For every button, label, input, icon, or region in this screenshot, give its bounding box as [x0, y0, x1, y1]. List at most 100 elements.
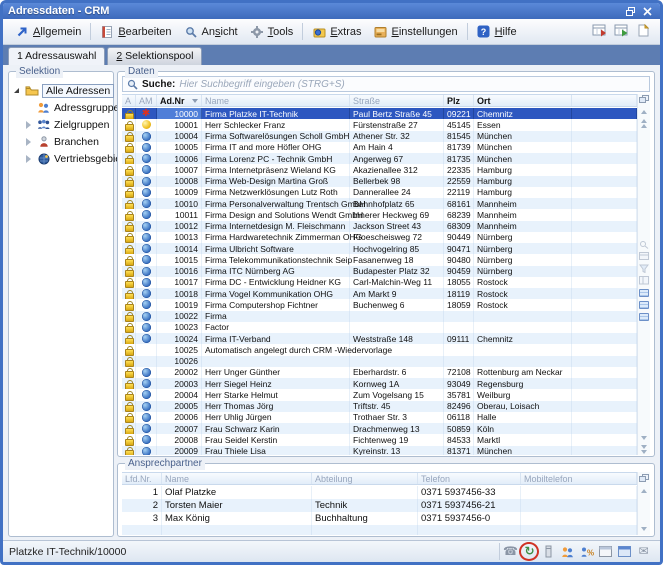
table-row[interactable]: 10014Firma Ulbricht SoftwareHochvogelrin… [122, 243, 637, 254]
contact-column-header-abteilung[interactable]: Abteilung [312, 473, 418, 484]
table-row[interactable]: 10013Firma Hardwaretechnik Zimmerman OHG… [122, 232, 637, 243]
table-row[interactable]: 10018Firma Vogel Kommunikation OHGAm Mar… [122, 288, 637, 299]
tree-item-alle-adressen[interactable]: Alle Adressen [12, 82, 111, 99]
scroll-down-page-icon[interactable] [639, 445, 650, 454]
column-header-plz[interactable]: Plz [444, 95, 474, 106]
tree-expander-icon[interactable] [24, 121, 33, 129]
contact-row[interactable]: 2Torsten MaierTechnik0371 5937456-21 [122, 499, 637, 512]
contact-column-header-name[interactable]: Name [162, 473, 312, 484]
window-alt-icon[interactable] [617, 544, 632, 559]
tree-item-branchen[interactable]: Branchen [12, 133, 111, 150]
search-input[interactable] [179, 79, 645, 90]
menu-ansicht[interactable]: Ansicht [178, 22, 244, 41]
am-cell [136, 209, 157, 220]
new-page-button[interactable] [635, 24, 652, 40]
table-row[interactable]: 10025Automatisch angelegt durch CRM -Wie… [122, 344, 637, 355]
tab-1-adressauswahl[interactable]: 1 Adressauswahl [8, 47, 105, 65]
table-row[interactable]: 20007Frau Schwarz KarinDrachmenweg 13508… [122, 423, 637, 434]
users-icon[interactable] [560, 544, 575, 559]
table-row[interactable]: 20009Frau Thiele LisaKyreinstr. 1381371M… [122, 446, 637, 456]
menu-bearbeiten[interactable]: Bearbeiten [94, 22, 177, 41]
zoom-row-icon[interactable] [639, 240, 650, 249]
restore-button[interactable] [623, 5, 638, 18]
tree-item-vertriebsgebiete[interactable]: Vertriebsgebiete [12, 150, 111, 167]
table-row[interactable]: 10015Firma Telekommunikationstechnik Sei… [122, 254, 637, 265]
column-header-ad-nr[interactable]: Ad.Nr [157, 95, 202, 106]
tree-item-adressgruppen[interactable]: Adressgruppen [12, 99, 111, 116]
plz-cell: 90471 [444, 243, 474, 254]
menu-einstellungen[interactable]: Einstellungen [368, 22, 464, 41]
column-header-am[interactable]: AM [136, 95, 157, 106]
table-row[interactable]: ✱10000Firma Platzke IT-TechnikPaul Bertz… [122, 108, 637, 119]
phone-icon[interactable]: ☎ [503, 544, 518, 559]
table-row[interactable]: 20006Herr Uhlig JürgenTrothaer Str. 3061… [122, 412, 637, 423]
column-header-straße[interactable]: Straße [350, 95, 444, 106]
close-button[interactable] [640, 5, 655, 18]
contacts-scroll-up-icon[interactable] [639, 486, 650, 495]
contact-row[interactable]: 3Max KönigBuchhaltung0371 5937456-0 [122, 512, 637, 525]
table-import-button[interactable] [591, 24, 608, 40]
scroll-up-page-icon[interactable] [639, 119, 650, 128]
tree-expander-icon[interactable] [24, 138, 33, 146]
tree-expander-icon[interactable] [24, 155, 33, 163]
scroll-down-icon[interactable] [639, 433, 650, 442]
scroll-up-icon[interactable] [639, 107, 650, 116]
menu-extras[interactable]: Extras [306, 22, 367, 41]
table-row[interactable]: 10011Firma Design and Solutions Wendt Gm… [122, 209, 637, 220]
table-row[interactable]: 10004Firma Softwarelösungen Scholl GmbHA… [122, 131, 637, 142]
contact-column-header-mobiltelefon[interactable]: Mobiltelefon [521, 473, 637, 484]
table-row[interactable]: 10024Firma IT-VerbandWeststraße 14809111… [122, 333, 637, 344]
view-2-icon[interactable] [639, 300, 650, 309]
lock-icon [125, 335, 132, 343]
layout-icon[interactable] [639, 276, 650, 285]
table-row[interactable]: 10008Firma Web-Design Martina GroßBeller… [122, 176, 637, 187]
tree-item-zielgruppen[interactable]: Zielgruppen [12, 116, 111, 133]
mail-icon[interactable]: ✉ [636, 544, 651, 559]
table-row[interactable]: 20005Herr Thomas JörgTriftstr. 4582496Ob… [122, 401, 637, 412]
table-row[interactable]: 10012Firma Internetdesign M. Fleischmann… [122, 221, 637, 232]
table-row[interactable]: 10006Firma Lorenz PC - Technik GmbHAnger… [122, 153, 637, 164]
table-row[interactable]: 10019Firma Computershop FichtnerBuchenwe… [122, 299, 637, 310]
find-icon[interactable] [639, 252, 650, 261]
view-3-icon[interactable] [639, 312, 650, 321]
table-row[interactable]: 20004Herr Starke HelmutZum Vogelsang 153… [122, 389, 637, 400]
lock-cell [122, 198, 136, 209]
table-row[interactable]: 10010Firma Personalverwaltung Trentsch G… [122, 198, 637, 209]
plz-cell: 81735 [444, 153, 474, 164]
menu-allgemein[interactable]: Allgemein [9, 22, 87, 41]
column-header-name[interactable]: Name [202, 95, 350, 106]
table-row[interactable]: 10026 [122, 356, 637, 367]
user-stats-icon[interactable]: % [579, 544, 594, 559]
tree-expander-icon[interactable] [12, 88, 21, 93]
table-row[interactable]: 10016Firma ITC Nürnberg AGBudapester Pla… [122, 266, 637, 277]
table-row[interactable]: 10001Herr Schlecker FranzFürstenstraße 2… [122, 119, 637, 130]
table-row[interactable]: 20003Herr Siegel HeinzKornweg 1A93049Reg… [122, 378, 637, 389]
contact-row[interactable]: 1Olaf Platzke0371 5937456-33 [122, 486, 637, 499]
menu-hilfe[interactable]: ?Hilfe [471, 22, 523, 41]
table-row[interactable]: 10007Firma Internetpräsenz Wieland KGAka… [122, 164, 637, 175]
menu-tools[interactable]: Tools [244, 22, 300, 41]
table-row[interactable]: 10009Firma Netzwerklösungen Lutz RothDan… [122, 187, 637, 198]
column-header-a[interactable]: A [122, 95, 136, 106]
sync-icon[interactable]: ↻ [522, 544, 537, 559]
window-icon[interactable] [598, 544, 613, 559]
column-header-ort[interactable]: Ort [474, 95, 572, 106]
globe-icon [142, 278, 151, 287]
table-row[interactable]: 10017Firma DC - Entwicklung Heidner KGCa… [122, 277, 637, 288]
book-icon[interactable] [541, 544, 556, 559]
contacts-scroll-down-icon[interactable] [639, 524, 650, 533]
tab-2-selektionspool[interactable]: 2 Selektionspool [107, 47, 202, 65]
table-row[interactable]: 20002Herr Unger GüntherEberhardstr. 6721… [122, 367, 637, 378]
contact-column-header-lfd-nr[interactable]: Lfd.Nr. [122, 473, 162, 484]
column-header-blank[interactable] [572, 95, 637, 106]
table-row[interactable]: 10022Firma [122, 311, 637, 322]
table-export-button[interactable] [613, 24, 630, 40]
view-1-icon[interactable] [639, 288, 650, 297]
filter-icon[interactable] [639, 264, 650, 273]
table-row[interactable]: 10005Firma IT and more Höfler OHGAm Hain… [122, 142, 637, 153]
column-chooser-icon[interactable] [639, 95, 650, 104]
table-row[interactable]: 20008Frau Seidel KerstinFichtenweg 19845… [122, 434, 637, 445]
contacts-column-chooser-icon[interactable] [639, 474, 650, 483]
table-row[interactable]: 10023Factor [122, 322, 637, 333]
contact-column-header-telefon[interactable]: Telefon [418, 473, 521, 484]
